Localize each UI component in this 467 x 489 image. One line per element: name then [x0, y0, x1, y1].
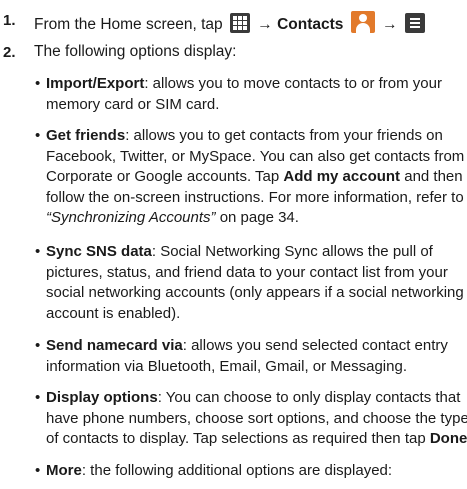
- bullet: •: [35, 127, 41, 144]
- option-send-namecard: • Send namecard via: allows you send sel…: [35, 337, 448, 375]
- contacts-icon: [350, 11, 375, 33]
- step-1: 1. From the Home screen, tap → Contacts …: [0, 8, 467, 34]
- cross-reference[interactable]: “Synchronizing Accounts”: [46, 209, 216, 226]
- arrow: →: [257, 16, 273, 33]
- menu-icon: [404, 13, 425, 33]
- step-2: 2. The following options display:: [0, 42, 467, 64]
- apps-grid-icon: [229, 13, 250, 33]
- option-display-options: • Display options: You can choose to onl…: [35, 389, 467, 447]
- option-sync-sns-data: • Sync SNS data: Social Networking Sync …: [35, 243, 464, 322]
- bullet: •: [35, 389, 41, 406]
- step-text: The following options display:: [34, 43, 237, 60]
- option-import-export: • Import/Export: allows you to move cont…: [35, 75, 442, 113]
- bullet: •: [35, 337, 41, 354]
- bullet: •: [35, 462, 41, 479]
- arrow: →: [382, 16, 398, 33]
- option-more: • More: the following additional options…: [35, 461, 461, 482]
- step-number: 1.: [3, 12, 16, 29]
- option-get-friends: • Get friends: allows you to get contact…: [35, 127, 465, 226]
- bullet: •: [35, 243, 41, 260]
- bullet: •: [35, 75, 41, 92]
- contacts-label: Contacts: [277, 16, 344, 33]
- step-number: 2.: [3, 44, 16, 61]
- step-text: From the Home screen, tap → Contacts →: [34, 11, 428, 34]
